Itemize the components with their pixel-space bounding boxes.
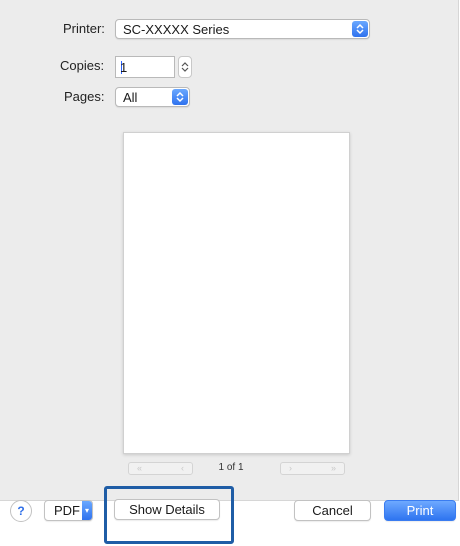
stepper-arrows-icon [181, 62, 189, 72]
pdf-label: PDF [54, 503, 80, 518]
printer-value: SC-XXXXX Series [123, 22, 230, 37]
chevron-updown-icon [172, 89, 188, 105]
pages-label: Pages: [64, 89, 105, 104]
copies-value: 1 [120, 60, 128, 75]
printer-select[interactable]: SC-XXXXX Series [115, 19, 370, 39]
copies-stepper[interactable] [178, 56, 192, 78]
copies-label: Copies: [60, 58, 105, 73]
first-page-icon: « [137, 463, 143, 473]
next-page-icon: › [289, 463, 292, 473]
chevron-down-icon: ▾ [82, 501, 92, 520]
page-counter: 1 of 1 [218, 462, 244, 473]
pages-select[interactable]: All [115, 87, 190, 107]
print-button[interactable]: Print [384, 500, 456, 521]
highlight-box [104, 486, 234, 544]
print-dialog: Printer: SC-XXXXX Series Copies: 1 Pages… [0, 0, 459, 501]
previous-page-buttons[interactable]: « ‹ [128, 462, 193, 475]
chevron-updown-icon [352, 21, 368, 37]
help-button[interactable]: ? [10, 500, 32, 522]
page-preview [123, 132, 350, 454]
cancel-button[interactable]: Cancel [294, 500, 371, 521]
copies-input[interactable]: 1 [115, 56, 175, 78]
printer-label: Printer: [63, 21, 105, 36]
next-page-buttons[interactable]: › » [280, 462, 345, 475]
pdf-menu-button[interactable]: PDF ▾ [44, 500, 93, 521]
previous-page-icon: ‹ [181, 463, 184, 473]
last-page-icon: » [330, 463, 336, 473]
pages-value: All [123, 90, 138, 105]
